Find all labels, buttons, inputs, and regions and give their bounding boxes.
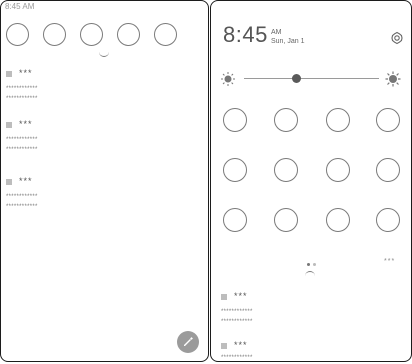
quick-tile[interactable] [376, 158, 400, 182]
clock-time: 8:45 [223, 22, 268, 47]
notification-text: ************ [221, 355, 253, 361]
brightness-slider-track[interactable] [244, 78, 379, 80]
app-icon [6, 122, 12, 128]
app-icon [6, 71, 12, 77]
notification-title: *** [234, 291, 248, 301]
quick-tile[interactable] [376, 208, 400, 232]
app-icon [6, 179, 12, 185]
page-dot-active [307, 263, 310, 266]
notification-text: ************ [221, 319, 253, 325]
gear-icon[interactable] [390, 31, 404, 45]
left-phone-panel: 8:45 AM *** ************ ************ **… [0, 0, 209, 362]
quick-tile[interactable] [376, 108, 400, 132]
page-dot [313, 263, 316, 266]
quick-tile-5[interactable] [154, 23, 177, 46]
notification-text: ************ [221, 309, 253, 315]
clock-date: Sun, Jan 1 [271, 38, 305, 45]
quick-tile[interactable] [326, 208, 350, 232]
edit-icon[interactable] [177, 331, 199, 353]
notification-title: *** [234, 340, 248, 350]
quick-tile[interactable] [274, 158, 298, 182]
quick-tile-1[interactable] [6, 23, 29, 46]
quick-tile[interactable] [274, 108, 298, 132]
notification-text: ************ [6, 204, 38, 210]
notification-text: ************ [6, 86, 38, 92]
notification-text: ************ [6, 137, 38, 143]
notification-title: *** [19, 176, 33, 186]
quick-tile[interactable] [326, 108, 350, 132]
notification-title: *** [19, 119, 33, 129]
right-phone-panel: 8:45 AM Sun, Jan 1 *** *** ************ … [210, 0, 412, 362]
quick-tile-4[interactable] [117, 23, 140, 46]
brightness-slider-thumb[interactable] [292, 74, 301, 83]
quick-tile[interactable] [326, 158, 350, 182]
quick-tile[interactable] [223, 208, 247, 232]
notification-text: ************ [6, 147, 38, 153]
more-label: *** [384, 258, 396, 265]
quick-tile-2[interactable] [43, 23, 66, 46]
brightness-high-icon [385, 71, 401, 87]
notification-title: *** [19, 68, 33, 78]
quick-tile-3[interactable] [80, 23, 103, 46]
quick-tile[interactable] [223, 108, 247, 132]
collapse-chevron-icon[interactable] [305, 271, 315, 277]
quick-tile[interactable] [223, 158, 247, 182]
notification-text: ************ [6, 96, 38, 102]
notification-text: ************ [6, 194, 38, 200]
brightness-low-icon [221, 72, 235, 86]
clock-ampm: AM [271, 29, 282, 36]
app-icon [221, 343, 227, 349]
app-icon [221, 294, 227, 300]
quick-tile[interactable] [274, 208, 298, 232]
